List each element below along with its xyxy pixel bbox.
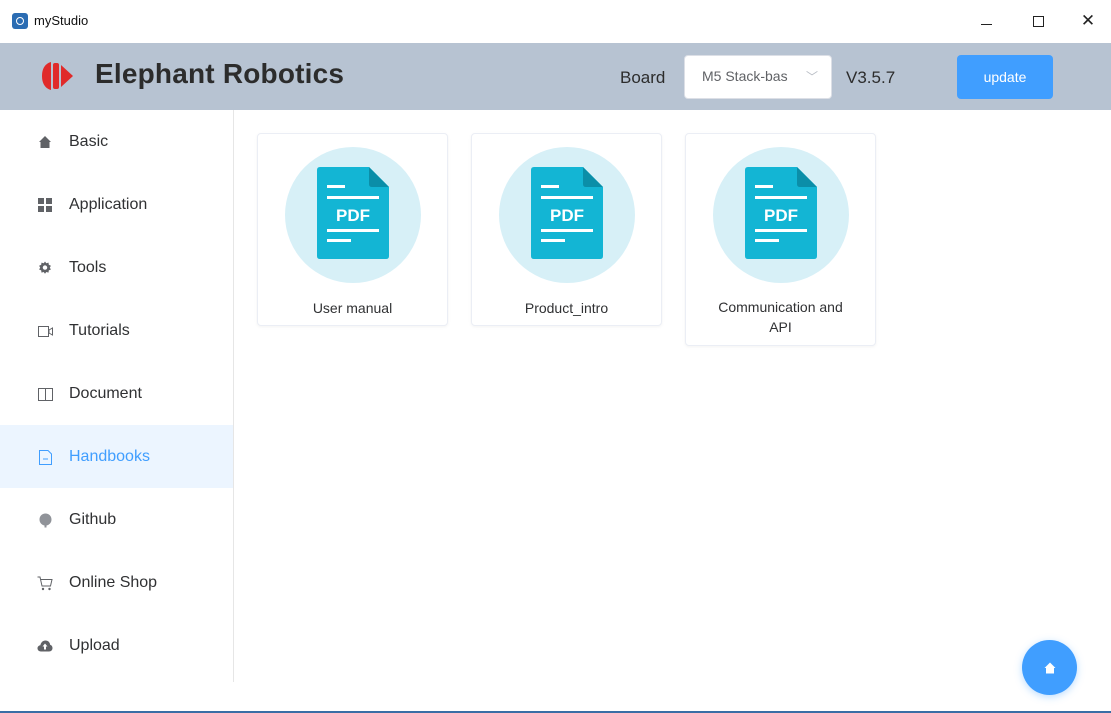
- sidebar-item-label: Handbooks: [69, 447, 150, 465]
- home-fab-button[interactable]: [1022, 640, 1077, 695]
- handbook-card-user-manual[interactable]: PDF User manual: [257, 133, 448, 326]
- sidebar-item-basic[interactable]: Basic: [0, 110, 233, 173]
- github-icon: [37, 512, 53, 528]
- sidebar-item-upload[interactable]: Upload: [0, 614, 233, 677]
- cloud-upload-icon: [37, 638, 53, 654]
- gear-icon: [37, 260, 53, 276]
- sidebar-item-label: Basic: [69, 132, 109, 150]
- handbook-card-product-intro[interactable]: PDF Product_intro: [471, 133, 662, 326]
- update-button[interactable]: update: [957, 55, 1053, 99]
- window-titlebar: myStudio ✕: [0, 0, 1111, 43]
- sidebar-item-tutorials[interactable]: Tutorials: [0, 299, 233, 362]
- video-icon: [37, 323, 53, 339]
- pdf-icon: PDF: [531, 167, 603, 259]
- sidebar: Basic Application Tools Tutorials Docume…: [0, 110, 234, 682]
- pdf-badge: PDF: [764, 206, 798, 225]
- sidebar-item-online-shop[interactable]: Online Shop: [0, 551, 233, 614]
- sidebar-item-label: Tools: [69, 258, 107, 276]
- pdf-icon: PDF: [317, 167, 389, 259]
- pdf-icon-background: PDF: [499, 147, 635, 283]
- sidebar-item-tools[interactable]: Tools: [0, 236, 233, 299]
- version-label: V3.5.7: [846, 68, 896, 87]
- close-button[interactable]: ✕: [1077, 10, 1099, 32]
- sidebar-item-handbooks[interactable]: Handbooks: [0, 425, 233, 488]
- board-select-value: M5 Stack-bas: [702, 68, 788, 84]
- pdf-badge: PDF: [336, 206, 370, 225]
- brand-name: Elephant Robotics: [95, 58, 345, 89]
- pdf-icon-background: PDF: [285, 147, 421, 283]
- card-title: Product_intro: [524, 300, 609, 316]
- sidebar-item-github[interactable]: Github: [0, 488, 233, 551]
- board-select[interactable]: M5 Stack-bas ﹀: [684, 55, 832, 99]
- close-icon: ✕: [1080, 11, 1096, 30]
- file-icon: [37, 449, 53, 465]
- sidebar-item-label: Upload: [69, 636, 120, 654]
- sidebar-item-document[interactable]: Document: [0, 362, 233, 425]
- book-icon: [37, 386, 53, 402]
- app-icon: [12, 13, 28, 29]
- sidebar-item-application[interactable]: Application: [0, 173, 233, 236]
- card-title: User manual: [312, 300, 393, 316]
- sidebar-item-label: Online Shop: [69, 573, 158, 591]
- sidebar-item-label: Application: [69, 195, 148, 213]
- minimize-button[interactable]: [975, 10, 997, 32]
- card-title: Communication and API: [718, 299, 843, 335]
- pdf-badge: PDF: [550, 206, 584, 225]
- home-icon: [1044, 662, 1055, 673]
- maximize-button[interactable]: [1027, 10, 1049, 32]
- maximize-icon: [1032, 15, 1044, 27]
- window-title: myStudio: [34, 13, 89, 28]
- elephant-robotics-logo: [42, 62, 73, 90]
- chevron-down-icon: ﹀: [806, 70, 819, 84]
- cart-icon: [37, 575, 53, 591]
- minimize-icon: [980, 23, 992, 25]
- grid-icon: [37, 197, 53, 213]
- pdf-icon: PDF: [745, 167, 817, 259]
- board-label: Board: [620, 68, 666, 87]
- pdf-icon-background: PDF: [713, 147, 849, 283]
- handbook-card-communication-api[interactable]: PDF Communication and API: [685, 133, 876, 346]
- home-icon: [37, 134, 53, 150]
- sidebar-item-label: Tutorials: [69, 321, 130, 339]
- sidebar-item-label: Github: [69, 510, 117, 528]
- sidebar-item-label: Document: [69, 384, 142, 402]
